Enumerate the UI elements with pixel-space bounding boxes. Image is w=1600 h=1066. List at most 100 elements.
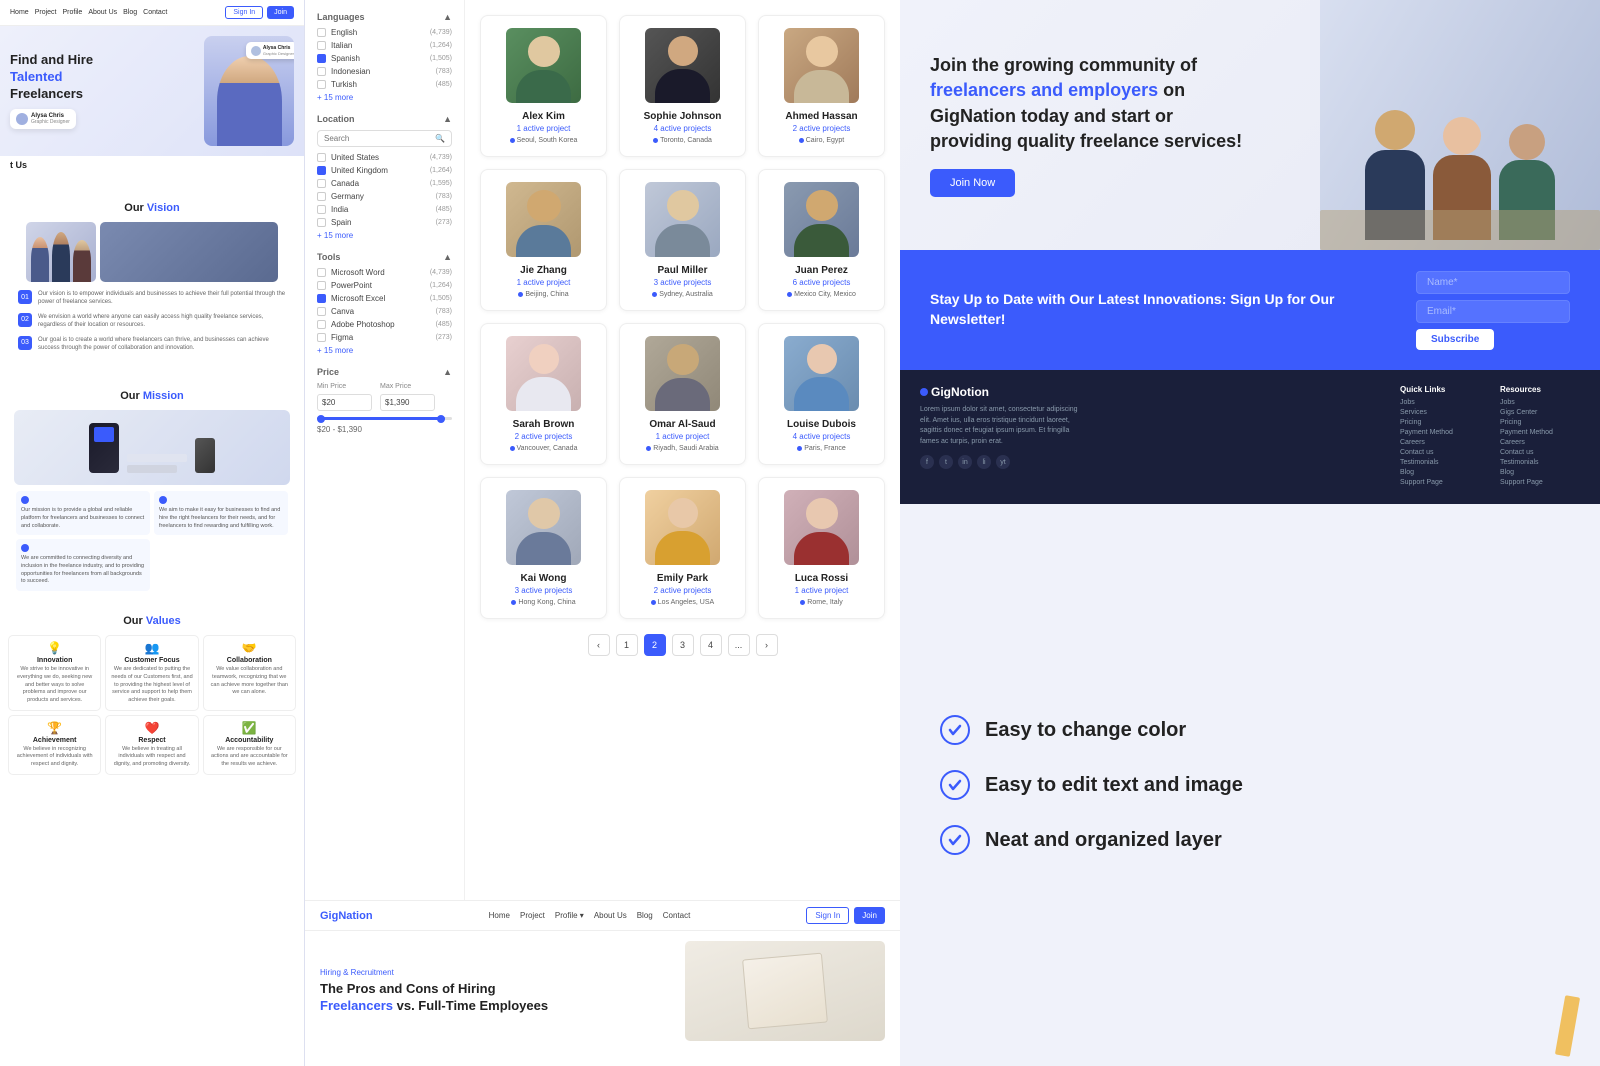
tools-toggle[interactable]: ▲ (443, 252, 452, 262)
max-price-input[interactable] (380, 394, 435, 411)
price-slider[interactable] (317, 417, 452, 420)
tool-ppt-check[interactable] (317, 281, 326, 290)
face-head (806, 36, 838, 67)
page-1-btn[interactable]: 1 (616, 634, 638, 656)
feature-edit-text: Easy to edit text and image (985, 774, 1243, 797)
footer-link-testimonials[interactable]: Testimonials (1400, 459, 1480, 466)
freelancer-card-paul[interactable]: Paul Miller 3 active projects Sydney, Au… (619, 169, 746, 311)
youtube-icon[interactable]: yt (996, 455, 1010, 469)
location-search-input[interactable] (324, 134, 435, 143)
resource-link-blog[interactable]: Blog (1500, 469, 1580, 476)
freelancer-card-jie[interactable]: Jie Zhang 1 active project Beijing, Chin… (480, 169, 607, 311)
lang-indonesian: Indonesian (783) (317, 67, 452, 76)
twitter-icon[interactable]: t (939, 455, 953, 469)
slider-thumb-left[interactable] (317, 415, 325, 423)
loc-uk-check[interactable] (317, 166, 326, 175)
location-toggle[interactable]: ▲ (443, 114, 452, 124)
freelancer-card-omar[interactable]: Omar Al-Saud 1 active project Riyadh, Sa… (619, 323, 746, 465)
languages-toggle[interactable]: ▲ (443, 12, 452, 22)
bottom-nav-home: Home (489, 911, 510, 920)
footer-link-careers[interactable]: Careers (1400, 439, 1480, 446)
bottom-join-btn[interactable]: Join (854, 907, 885, 924)
vision-section: Our Vision 01 Our vision is to empower i… (8, 182, 296, 366)
hero-join-btn[interactable]: Join Now (930, 169, 1015, 197)
preview-hero: Find and Hire TalentedFreelancers Alysa … (0, 26, 304, 156)
tool-photoshop-label: Adobe Photoshop (331, 320, 431, 329)
footer-link-contact[interactable]: Contact us (1400, 449, 1480, 456)
resource-link-jobs[interactable]: Jobs (1500, 399, 1580, 406)
slider-thumb-right[interactable] (437, 415, 445, 423)
face-body (655, 69, 710, 103)
tools-more[interactable]: + 15 more (317, 346, 452, 355)
lang-spanish-check[interactable] (317, 54, 326, 63)
resource-link-gigs[interactable]: Gigs Center (1500, 409, 1580, 416)
freelancer-card-juan[interactable]: Juan Perez 6 active projects Mexico City… (758, 169, 885, 311)
tool-photoshop-check[interactable] (317, 320, 326, 329)
footer-link-services[interactable]: Services (1400, 409, 1480, 416)
footer-brand: GigNotion Lorem ipsum dolor sit amet, co… (920, 385, 1380, 489)
freelancer-card-louise[interactable]: Louise Dubois 4 active projects Paris, F… (758, 323, 885, 465)
lang-turkish-check[interactable] (317, 80, 326, 89)
tool-figma-check[interactable] (317, 333, 326, 342)
lang-indonesian-check[interactable] (317, 67, 326, 76)
loc-germany-check[interactable] (317, 192, 326, 201)
resource-link-careers[interactable]: Careers (1500, 439, 1580, 446)
page-dots-btn[interactable]: ... (728, 634, 750, 656)
next-page-btn[interactable]: › (756, 634, 778, 656)
feature-layer: Neat and organized layer (940, 825, 1560, 855)
value-title-3: Collaboration (209, 657, 290, 664)
price-toggle[interactable]: ▲ (443, 367, 452, 377)
subscribe-btn[interactable]: Subscribe (1416, 329, 1494, 350)
loc-canada-check[interactable] (317, 179, 326, 188)
freelancer-card-luca[interactable]: Luca Rossi 1 active project Rome, Italy (758, 477, 885, 619)
loc-us-check[interactable] (317, 153, 326, 162)
face-body (794, 377, 849, 411)
freelancer-card-alex[interactable]: Alex Kim 1 active project Seoul, South K… (480, 15, 607, 157)
newsletter-email-input[interactable] (1416, 300, 1570, 323)
linkedin-icon[interactable]: li (977, 455, 991, 469)
freelancer-avatar-alex (506, 28, 581, 103)
signin-button[interactable]: Sign In (225, 6, 263, 19)
min-price-input[interactable] (317, 394, 372, 411)
freelancer-projects-sarah: 2 active projects (493, 432, 594, 441)
tool-excel-check[interactable] (317, 294, 326, 303)
lang-italian-check[interactable] (317, 41, 326, 50)
footer-link-jobs[interactable]: Jobs (1400, 399, 1480, 406)
resource-link-testimonials[interactable]: Testimonials (1500, 459, 1580, 466)
lang-english-check[interactable] (317, 28, 326, 37)
tool-word-check[interactable] (317, 268, 326, 277)
bottom-signin-btn[interactable]: Sign In (806, 907, 849, 924)
freelancer-card-ahmed[interactable]: Ahmed Hassan 2 active projects Cairo, Eg… (758, 15, 885, 157)
join-button[interactable]: Join (267, 6, 294, 19)
footer-logo-dot (920, 388, 928, 396)
page-4-btn[interactable]: 4 (700, 634, 722, 656)
avatar-content (645, 182, 720, 257)
people-group (31, 222, 91, 282)
loc-more[interactable]: + 15 more (317, 231, 452, 240)
resource-link-contact[interactable]: Contact us (1500, 449, 1580, 456)
footer-link-support[interactable]: Support Page (1400, 479, 1480, 486)
resource-link-support[interactable]: Support Page (1500, 479, 1580, 486)
prev-page-btn[interactable]: ‹ (588, 634, 610, 656)
lang-more[interactable]: + 15 more (317, 93, 452, 102)
resource-link-payment[interactable]: Payment Method (1500, 429, 1580, 436)
feature-layer-text: Neat and organized layer (985, 829, 1222, 852)
freelancer-card-kai[interactable]: Kai Wong 3 active projects Hong Kong, Ch… (480, 477, 607, 619)
instagram-icon[interactable]: in (958, 455, 972, 469)
footer-link-payment[interactable]: Payment Method (1400, 429, 1480, 436)
facebook-icon[interactable]: f (920, 455, 934, 469)
freelancer-card-sophie[interactable]: Sophie Johnson 4 active projects Toronto… (619, 15, 746, 157)
footer-link-pricing[interactable]: Pricing (1400, 419, 1480, 426)
page-2-btn[interactable]: 2 (644, 634, 666, 656)
page-3-btn[interactable]: 3 (672, 634, 694, 656)
resource-link-pricing[interactable]: Pricing (1500, 419, 1580, 426)
footer-resources: Resources Jobs Gigs Center Pricing Payme… (1500, 385, 1580, 489)
freelancer-card-emily[interactable]: Emily Park 2 active projects Los Angeles… (619, 477, 746, 619)
footer-link-blog[interactable]: Blog (1400, 469, 1480, 476)
tool-canva-check[interactable] (317, 307, 326, 316)
newsletter-name-input[interactable] (1416, 271, 1570, 294)
loc-spain-check[interactable] (317, 218, 326, 227)
freelancer-card-sarah[interactable]: Sarah Brown 2 active projects Vancouver,… (480, 323, 607, 465)
freelancer-name-emily: Emily Park (632, 573, 733, 584)
loc-india-check[interactable] (317, 205, 326, 214)
